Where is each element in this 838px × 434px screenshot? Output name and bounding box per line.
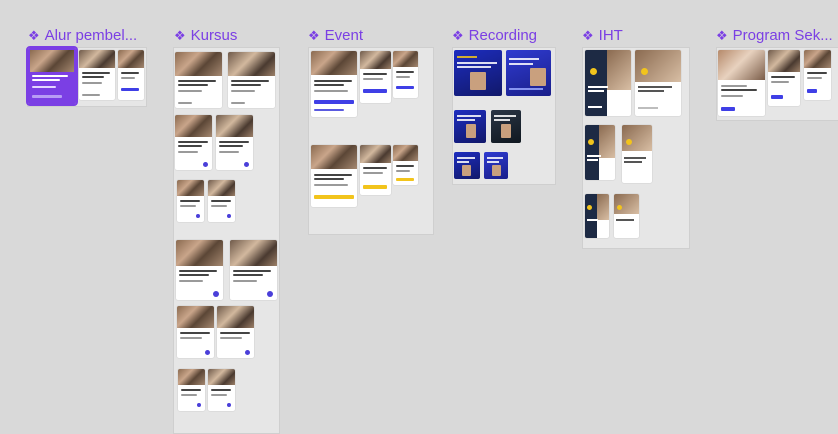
card-thumbnail [177,306,214,328]
card-thumbnail [228,52,275,76]
recording-banner[interactable] [454,50,502,96]
card-thumbnail [176,240,223,266]
iht-card[interactable] [585,194,609,238]
section-title-recording[interactable]: ❖ Recording [452,27,572,44]
recording-banner[interactable] [454,110,486,143]
program-card[interactable] [718,50,765,116]
card-thumbnail [208,180,235,196]
register-button[interactable] [363,185,387,189]
iht-card[interactable] [635,50,681,116]
card-thumbnail [311,51,357,75]
card-thumbnail [30,50,74,72]
card-thumbnail [177,180,204,196]
component-diamond-icon: ❖ [582,28,594,43]
section-title-label: Alur pembel... [44,27,138,44]
card-thumbnail [311,145,357,169]
event-card[interactable] [360,51,391,103]
alur-card[interactable] [118,50,144,100]
iht-card[interactable] [622,125,652,183]
component-diamond-icon: ❖ [308,28,320,43]
course-card[interactable] [230,240,277,300]
component-diamond-icon: ❖ [28,28,40,43]
event-card[interactable] [311,145,357,207]
section-title-label: IHT [598,27,623,44]
recording-banner[interactable] [491,110,521,143]
course-card[interactable] [208,369,235,411]
card-thumbnail [360,51,391,69]
section-title-label: Program Sek... [732,27,833,44]
program-card[interactable] [768,50,800,106]
event-card[interactable] [393,145,418,185]
section-title-alur[interactable]: ❖ Alur pembel... [28,27,168,44]
event-card[interactable] [360,145,391,195]
section-title-program[interactable]: ❖ Program Sek... [716,27,838,44]
iht-card[interactable] [585,50,631,116]
section-title-event[interactable]: ❖ Event [308,27,408,44]
section-title-kursus[interactable]: ❖ Kursus [174,27,274,44]
register-button[interactable] [396,178,414,181]
course-card[interactable] [175,52,222,108]
course-card[interactable] [217,306,254,358]
alur-card-selected[interactable] [26,46,78,106]
event-card[interactable] [311,51,357,117]
card-thumbnail [718,50,765,80]
card-thumbnail [178,369,205,385]
card-thumbnail [79,50,115,68]
course-card[interactable] [208,180,235,222]
card-thumbnail [175,115,212,137]
component-diamond-icon: ❖ [716,28,728,43]
event-card[interactable] [393,51,418,98]
detail-button[interactable] [721,107,735,111]
course-card[interactable] [176,240,223,300]
card-thumbnail [216,115,253,137]
course-card[interactable] [178,369,205,411]
course-card[interactable] [228,52,275,108]
card-thumbnail [804,50,831,68]
detail-button[interactable] [807,89,817,93]
section-title-label: Recording [468,27,538,44]
course-card[interactable] [216,115,253,170]
course-card[interactable] [177,180,204,222]
card-thumbnail [230,240,277,266]
component-diamond-icon: ❖ [174,28,186,43]
card-thumbnail [175,52,222,76]
card-thumbnail [393,51,418,67]
register-button[interactable] [314,195,354,199]
card-thumbnail [208,369,235,385]
card-thumbnail [217,306,254,328]
iht-card[interactable] [585,125,615,180]
section-title-label: Kursus [190,27,238,44]
card-thumbnail [393,145,418,161]
course-card[interactable] [175,115,212,170]
register-button[interactable] [396,86,414,89]
component-diamond-icon: ❖ [452,28,464,43]
detail-button[interactable] [771,95,783,99]
course-card[interactable] [177,306,214,358]
program-card[interactable] [804,50,831,100]
section-title-iht[interactable]: ❖ IHT [582,27,662,44]
register-button[interactable] [363,89,387,93]
recording-banner[interactable] [506,50,551,96]
register-button[interactable] [314,100,354,104]
recording-banner[interactable] [484,152,508,179]
alur-card[interactable] [79,50,115,100]
recording-banner[interactable] [454,152,480,179]
section-title-label: Event [324,27,364,44]
iht-card[interactable] [614,194,639,238]
card-thumbnail [118,50,144,68]
card-thumbnail [768,50,800,72]
card-thumbnail [360,145,391,163]
